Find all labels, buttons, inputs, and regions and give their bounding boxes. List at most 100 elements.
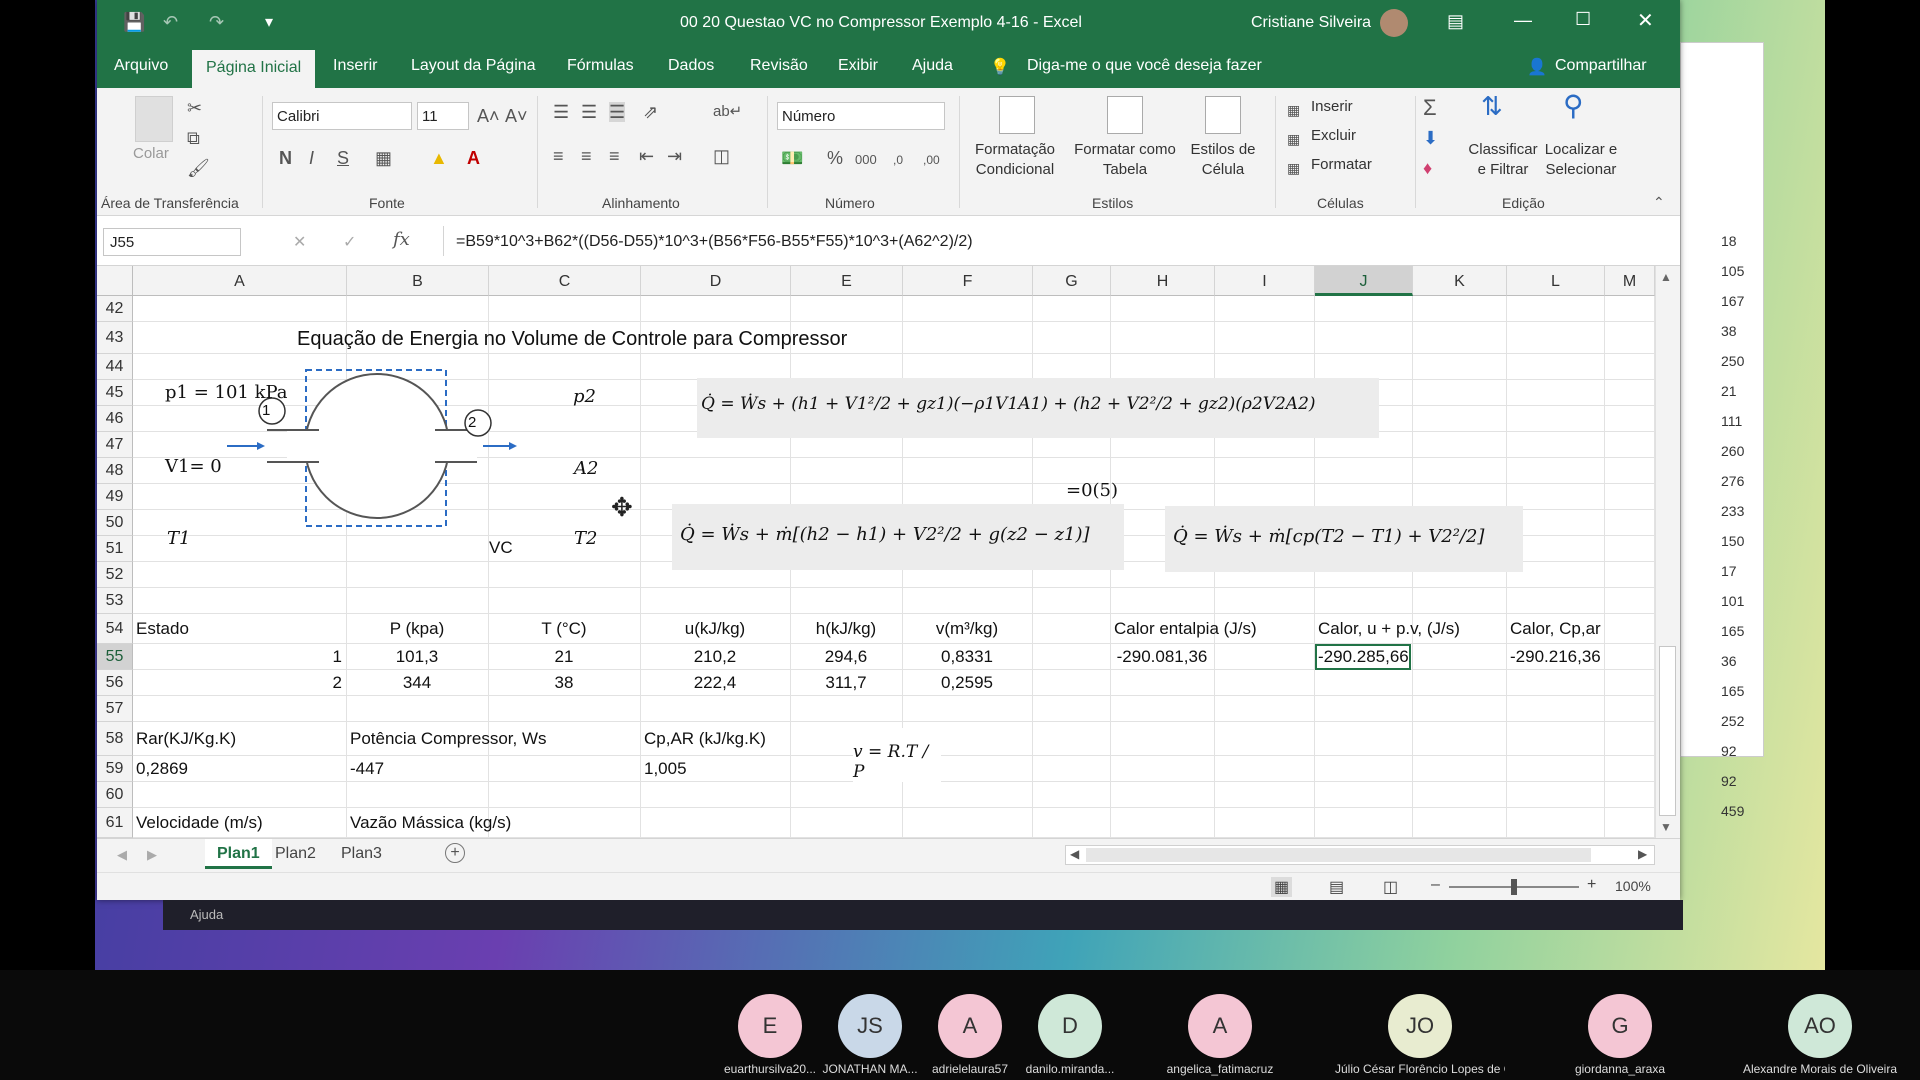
tab-arquivo[interactable]: Arquivo	[114, 57, 168, 75]
participant-avatar[interactable]: A	[1188, 994, 1252, 1058]
user-name[interactable]: Cristiane Silveira	[1251, 14, 1371, 32]
scroll-tabs-left-icon[interactable]: ◀	[117, 847, 127, 863]
find-icon[interactable]: ⚲	[1563, 92, 1584, 120]
insert-function-icon[interactable]: fx	[393, 229, 410, 250]
maximize-icon[interactable]: ☐	[1575, 9, 1591, 30]
scroll-tabs-right-icon[interactable]: ▶	[147, 847, 157, 863]
orientation-icon[interactable]: ⇗	[643, 102, 658, 122]
fill-color-icon[interactable]: ▲	[430, 148, 448, 168]
row-header-56[interactable]: 56	[97, 670, 133, 696]
delete-cells-button[interactable]: Excluir	[1311, 126, 1356, 146]
column-header-l[interactable]: L	[1507, 266, 1605, 296]
sort-filter-icon[interactable]: ⇅	[1481, 93, 1503, 119]
collapse-ribbon-icon[interactable]: ⌃	[1653, 192, 1665, 212]
find-select-button[interactable]: Localizar e Selecionar	[1537, 140, 1625, 180]
save-icon[interactable]: 💾	[123, 12, 145, 33]
paste-icon[interactable]	[135, 96, 173, 142]
tab-exibir[interactable]: Exibir	[838, 57, 878, 75]
underline-button[interactable]: S	[337, 148, 349, 168]
column-header-m[interactable]: M	[1605, 266, 1655, 296]
row-header-48[interactable]: 48	[97, 458, 133, 484]
increase-decimal-icon[interactable]: ,0	[893, 150, 903, 170]
conditional-format-icon[interactable]	[999, 96, 1035, 134]
zoom-out-button[interactable]: –	[1431, 876, 1440, 894]
data-cell[interactable]: 1	[136, 647, 342, 667]
vertical-scrollbar[interactable]: ▲ ▼	[1655, 266, 1680, 838]
normal-view-icon[interactable]: ▦	[1271, 877, 1293, 897]
ribbon-display-icon[interactable]: ▤	[1447, 11, 1464, 32]
merge-center-icon[interactable]: ◫	[713, 146, 730, 166]
insert-cells-button[interactable]: Inserir	[1311, 97, 1353, 117]
font-name-select[interactable]: Calibri	[272, 102, 412, 130]
data-cell[interactable]: 0,2595	[906, 673, 1028, 693]
row-header-55[interactable]: 55	[97, 644, 133, 670]
row-header-43[interactable]: 43	[97, 322, 133, 354]
font-color-icon[interactable]: A	[467, 148, 480, 168]
format-cells-icon[interactable]: ▦	[1287, 158, 1300, 178]
data-cell[interactable]: 311,7	[794, 673, 898, 693]
column-header-g[interactable]: G	[1033, 266, 1111, 296]
value-cp-ar[interactable]: 1,005	[644, 759, 687, 779]
tab-inserir[interactable]: Inserir	[333, 57, 377, 75]
row-header-53[interactable]: 53	[97, 588, 133, 614]
participant-avatar[interactable]: D	[1038, 994, 1102, 1058]
column-header-a[interactable]: A	[133, 266, 347, 296]
zoom-slider-thumb[interactable]	[1511, 879, 1517, 895]
sheet-tab-plan1[interactable]: Plan1	[205, 839, 272, 869]
close-icon[interactable]: ✕	[1637, 8, 1654, 33]
scroll-thumb[interactable]	[1659, 646, 1676, 816]
sort-filter-button[interactable]: Classificar e Filtrar	[1465, 140, 1541, 180]
tab-layout[interactable]: Layout da Página	[411, 57, 536, 75]
column-header-f[interactable]: F	[903, 266, 1033, 296]
shrink-font-icon[interactable]: A˅	[505, 106, 528, 126]
label-rar[interactable]: Rar(KJ/Kg.K)	[136, 729, 236, 749]
cell-styles-icon[interactable]	[1205, 96, 1241, 134]
header-cell[interactable]: Calor, Cp,ar	[1510, 619, 1601, 639]
data-cell[interactable]: -290.081,36	[1114, 647, 1210, 667]
data-cell[interactable]: 38	[492, 673, 636, 693]
header-cell[interactable]: v(m³/kg)	[906, 619, 1028, 639]
customize-toolbar-icon[interactable]: ▾	[265, 12, 273, 32]
header-cell[interactable]: u(kJ/kg)	[644, 619, 786, 639]
minimize-icon[interactable]: —	[1514, 10, 1532, 31]
header-cell[interactable]: T (°C)	[492, 619, 636, 639]
column-header-e[interactable]: E	[791, 266, 903, 296]
column-header-k[interactable]: K	[1413, 266, 1507, 296]
format-table-button[interactable]: Formatar como Tabela	[1069, 140, 1181, 180]
participant-avatar[interactable]: JS	[838, 994, 902, 1058]
tab-revisao[interactable]: Revisão	[750, 57, 808, 75]
label-velocity[interactable]: Velocidade (m/s)	[136, 813, 263, 833]
participant-avatar[interactable]: AO	[1788, 994, 1852, 1058]
avatar[interactable]	[1380, 9, 1408, 37]
data-cell[interactable]: 2	[136, 673, 342, 693]
number-format-select[interactable]: Número	[777, 102, 945, 130]
label-compressor-power[interactable]: Potência Compressor, Ws	[350, 729, 547, 749]
h-scroll-thumb[interactable]	[1086, 848, 1591, 862]
bold-button[interactable]: N	[279, 148, 292, 168]
data-cell[interactable]: 222,4	[644, 673, 786, 693]
column-header-h[interactable]: H	[1111, 266, 1215, 296]
scroll-left-icon[interactable]: ◀	[1070, 847, 1079, 861]
grow-font-icon[interactable]: A˄	[477, 106, 500, 126]
row-header-47[interactable]: 47	[97, 432, 133, 458]
increase-indent-icon[interactable]: ⇥	[667, 146, 682, 166]
column-header-j[interactable]: J	[1315, 266, 1413, 296]
header-cell[interactable]: Calor, u + p.v, (J/s)	[1318, 619, 1460, 639]
tab-ajuda[interactable]: Ajuda	[912, 57, 953, 75]
tab-pagina-inicial[interactable]: Página Inicial	[192, 50, 316, 88]
data-cell[interactable]: 0,8331	[906, 647, 1028, 667]
format-painter-icon[interactable]: 🖌	[187, 158, 210, 178]
sheet-tab-plan2[interactable]: Plan2	[275, 845, 316, 863]
row-header-44[interactable]: 44	[97, 354, 133, 380]
autosum-icon[interactable]: Σ	[1423, 97, 1437, 119]
borders-icon[interactable]: ▦	[375, 148, 392, 168]
formula-input[interactable]: =B59*10^3+B62*((D56-D55)*10^3+(B56*F56-B…	[443, 226, 1677, 256]
page-layout-view-icon[interactable]: ▤	[1329, 877, 1344, 897]
row-header-42[interactable]: 42	[97, 296, 133, 322]
row-header-58[interactable]: 58	[97, 722, 133, 756]
select-all-button[interactable]	[97, 266, 133, 296]
column-header-b[interactable]: B	[347, 266, 489, 296]
label-cp-ar[interactable]: Cp,AR (kJ/kg.K)	[644, 729, 766, 749]
scroll-right-icon[interactable]: ▶	[1638, 847, 1647, 861]
percent-icon[interactable]: %	[827, 148, 843, 168]
